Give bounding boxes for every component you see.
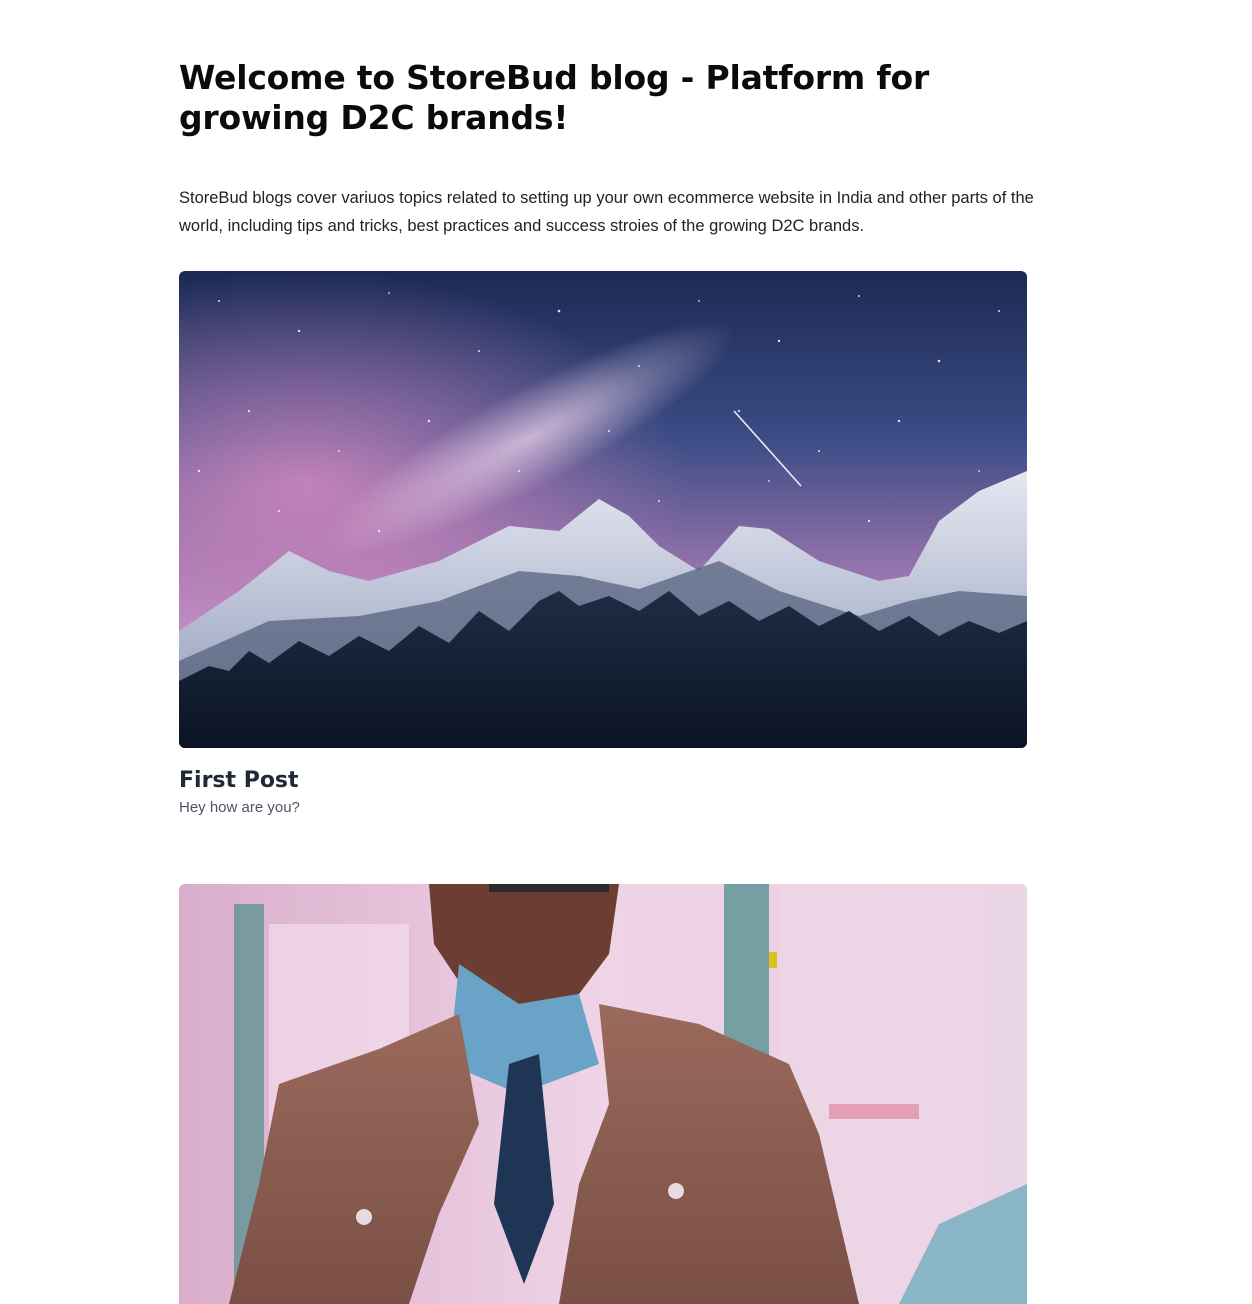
page-title: Welcome to StoreBud blog - Platform for … xyxy=(179,58,930,137)
post-card xyxy=(179,884,1027,1304)
post-image-man-jacket[interactable] xyxy=(179,884,1027,1304)
post-card: First Post Hey how are you? xyxy=(179,271,1027,816)
intro-paragraph: StoreBud blogs cover variuos topics rela… xyxy=(179,189,1034,235)
post-description: Hey how are you? xyxy=(179,799,300,816)
post-image-mountains[interactable] xyxy=(179,271,1027,748)
post-title[interactable]: First Post xyxy=(179,767,299,795)
